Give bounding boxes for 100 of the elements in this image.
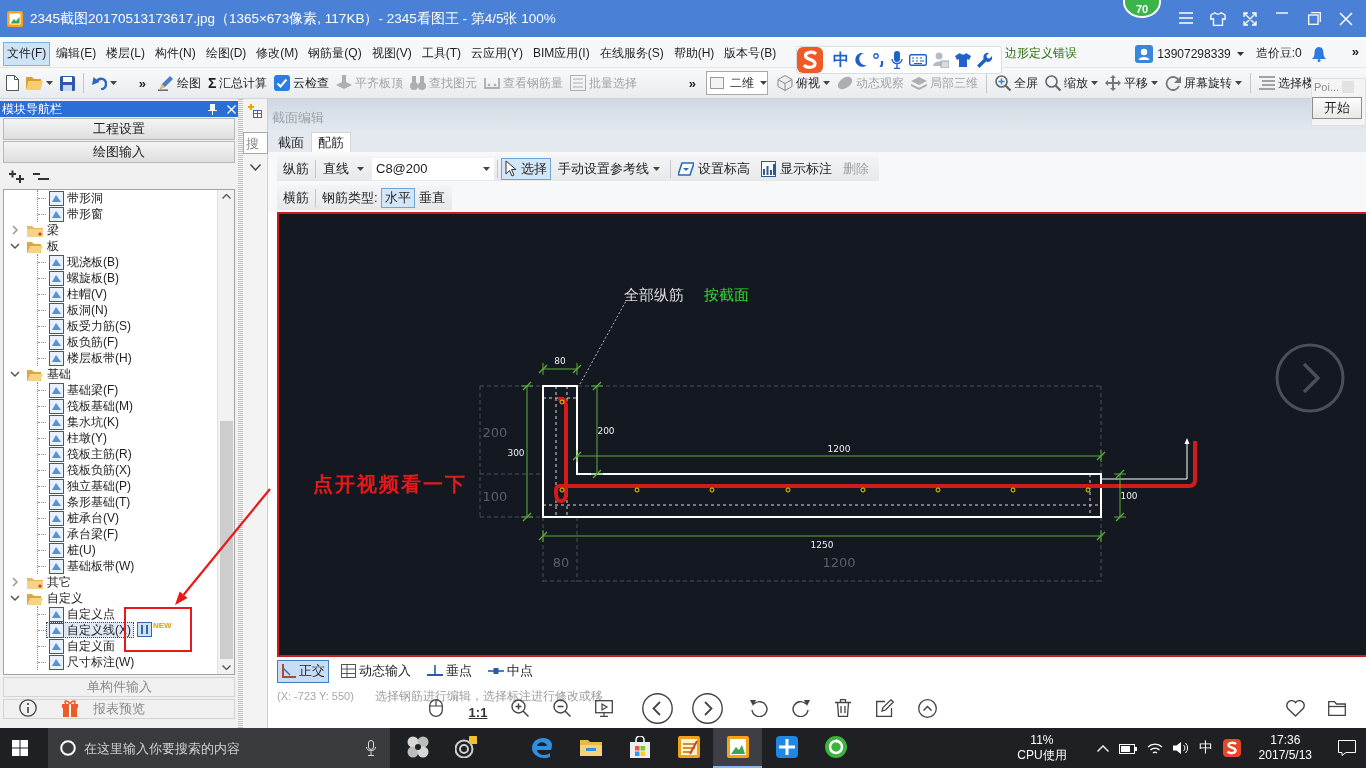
- chevron-up-icon[interactable]: [917, 698, 937, 718]
- reference-line-dropdown[interactable]: 手动设置参考线: [554, 157, 664, 180]
- scrollbar[interactable]: [217, 190, 234, 674]
- tree-item[interactable]: 集水坑(K): [46, 414, 122, 430]
- tree-item[interactable]: 板洞(N): [46, 302, 111, 318]
- bag-icon[interactable]: [628, 736, 651, 758]
- tree-item[interactable]: 柱帽(V): [46, 286, 110, 302]
- scrollbar-thumb[interactable]: [219, 421, 233, 659]
- expand-icon[interactable]: [1243, 11, 1257, 26]
- menu-item[interactable]: 云应用(Y): [467, 41, 527, 66]
- windows-logo-icon[interactable]: [12, 740, 28, 756]
- tree-item[interactable]: 板受力筋(S): [46, 318, 134, 334]
- tree-folder[interactable]: 自定义: [4, 590, 83, 606]
- ime-mode[interactable]: 中: [833, 49, 849, 71]
- close-icon[interactable]: [1339, 11, 1353, 26]
- heart-icon[interactable]: [1285, 699, 1305, 717]
- tree-item[interactable]: 柱墩(Y): [46, 430, 110, 446]
- search-field[interactable]: 搜: [242, 132, 268, 154]
- folder-icon[interactable]: [579, 738, 602, 756]
- taskbar-button[interactable]: [713, 728, 762, 768]
- section-button[interactable]: 绘图输入: [3, 141, 235, 163]
- view-mode-dropdown[interactable]: 二维: [706, 71, 768, 95]
- snap-button[interactable]: 动态输入: [337, 659, 415, 683]
- rotate-right-icon[interactable]: [792, 699, 810, 717]
- moon-icon[interactable]: [855, 53, 867, 67]
- menu-item[interactable]: 修改(M): [252, 41, 303, 66]
- tree-item[interactable]: 桩承台(V): [46, 510, 122, 526]
- tree-item[interactable]: 自定义面: [46, 638, 118, 654]
- wifi-icon[interactable]: [1146, 741, 1163, 755]
- snap-button[interactable]: 垂点: [423, 659, 476, 683]
- type-button[interactable]: 垂直: [414, 187, 449, 208]
- shirt-icon[interactable]: [955, 53, 971, 67]
- menu-item[interactable]: 绘图(D): [201, 41, 251, 66]
- menu-item[interactable]: BIM应用(I): [529, 41, 594, 66]
- menu-item[interactable]: 工具(T): [417, 41, 465, 66]
- overflow-button[interactable]: »: [1351, 44, 1359, 58]
- scroll-up-icon[interactable]: [221, 194, 231, 199]
- rotate-button[interactable]: 屏幕旋转: [1163, 71, 1244, 95]
- tab[interactable]: 截面: [271, 132, 311, 152]
- overflow-button[interactable]: »: [138, 76, 146, 90]
- menu-item[interactable]: 楼层(L): [102, 41, 149, 66]
- pan-button[interactable]: 平移: [1103, 71, 1160, 95]
- rings-icon[interactable]: [455, 736, 477, 758]
- collapse-all-icon[interactable]: [33, 171, 49, 181]
- tree-folder[interactable]: 梁: [4, 222, 59, 238]
- plus-icon[interactable]: [775, 736, 798, 758]
- menu-item[interactable]: 视图(V): [367, 41, 416, 66]
- tree-item[interactable]: 楼层板带(H): [46, 350, 135, 366]
- tree-item[interactable]: 承台梁(F): [46, 526, 122, 542]
- elevation-button[interactable]: 设置标高: [674, 157, 754, 180]
- restore-icon[interactable]: [1307, 11, 1321, 25]
- tree-item[interactable]: 独立基础(P): [46, 478, 134, 494]
- shirt-icon[interactable]: [1210, 11, 1226, 26]
- menu-icon[interactable]: [1179, 11, 1193, 24]
- top-view-button[interactable]: 俯视: [775, 71, 832, 95]
- wrench-icon[interactable]: [977, 52, 993, 68]
- picture-icon[interactable]: [726, 736, 749, 758]
- menu-item[interactable]: 构件(N): [151, 41, 200, 66]
- tab[interactable]: 配筋: [311, 132, 351, 152]
- type-button[interactable]: 水平: [380, 187, 415, 208]
- tree-folder[interactable]: 板: [4, 238, 59, 254]
- spec-dropdown[interactable]: C8@200: [372, 157, 494, 180]
- ime-indicator[interactable]: 中: [1198, 739, 1213, 757]
- bell-icon[interactable]: [1311, 45, 1326, 62]
- battery-icon[interactable]: [1118, 742, 1137, 754]
- trash-icon[interactable]: [835, 699, 851, 717]
- start-button[interactable]: 开始: [1312, 97, 1362, 119]
- scroll-down-icon[interactable]: [221, 665, 231, 670]
- actual-size-button[interactable]: 1:1: [468, 705, 488, 719]
- tree-folder[interactable]: 其它: [4, 574, 71, 590]
- zoom-button[interactable]: 缩放: [1043, 71, 1100, 95]
- menu-item[interactable]: 编辑(E): [52, 41, 101, 66]
- tree-item[interactable]: 筏板主筋(R): [46, 446, 135, 462]
- tree-item[interactable]: 自定义点: [46, 606, 118, 622]
- select-button[interactable]: 选择: [501, 157, 551, 180]
- pencil-icon[interactable]: [876, 699, 894, 717]
- gift-icon[interactable]: [61, 699, 79, 717]
- snap-button[interactable]: 正交: [277, 659, 329, 683]
- tree-folder[interactable]: 基础: [4, 366, 71, 382]
- account-menu[interactable]: 13907298339: [1157, 46, 1244, 61]
- search-field[interactable]: 在这里输入你要搜索的内容: [48, 728, 390, 768]
- tree-item[interactable]: 带形窗: [46, 206, 106, 222]
- keyboard-icon[interactable]: [909, 54, 927, 66]
- notification-icon[interactable]: [1338, 740, 1356, 756]
- microphone-icon[interactable]: [366, 740, 376, 756]
- speaker-icon[interactable]: [1172, 741, 1189, 755]
- menu-item[interactable]: 钢筋量(Q): [304, 41, 366, 66]
- tree-item[interactable]: 桩(U): [46, 542, 99, 558]
- overflow-button[interactable]: »: [688, 76, 696, 90]
- snap-button[interactable]: 中点: [484, 659, 537, 683]
- pin-icon[interactable]: [208, 103, 217, 115]
- close-icon[interactable]: [227, 104, 236, 114]
- tree-item[interactable]: 条形基础(T): [46, 494, 134, 510]
- info-icon[interactable]: [19, 699, 37, 717]
- microphone-icon[interactable]: [891, 51, 903, 69]
- tree-item[interactable]: 带形洞: [46, 190, 106, 206]
- tree-item[interactable]: 基础梁(F): [46, 382, 122, 398]
- e-logo-icon[interactable]: [530, 736, 553, 758]
- menu-item[interactable]: 在线服务(S): [595, 41, 668, 66]
- rotate-left-icon[interactable]: [750, 699, 768, 717]
